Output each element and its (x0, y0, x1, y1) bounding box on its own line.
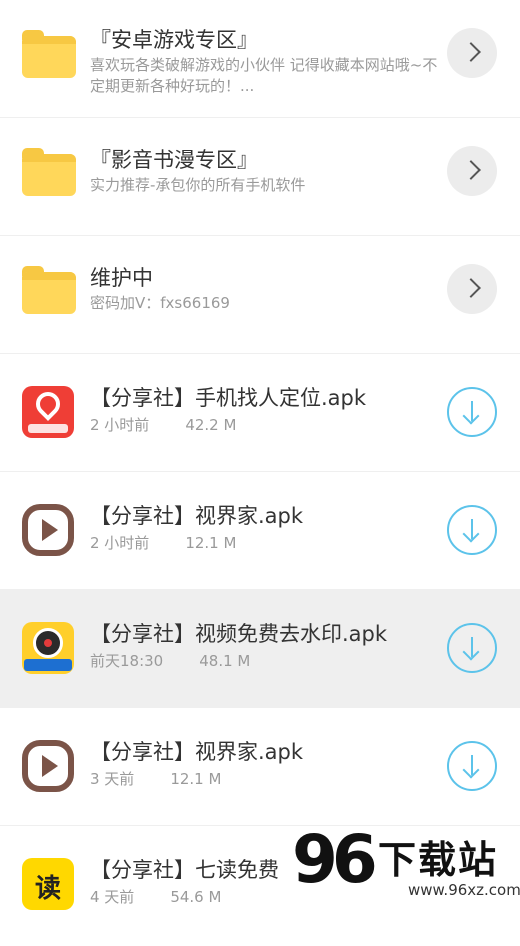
file-row[interactable]: 【分享社】视界家.apk 2 小时前 12.1 M (0, 472, 520, 590)
file-time: 2 小时前 (90, 416, 150, 434)
folder-icon (22, 30, 76, 78)
download-button[interactable] (447, 387, 497, 437)
watermark-text: 下载站 (378, 838, 499, 882)
open-folder-button[interactable] (447, 264, 497, 314)
file-meta: 2 小时前 12.1 M (90, 532, 236, 553)
file-name: 【分享社】手机找人定位.apk (90, 386, 367, 410)
folder-description: 密码加V：fxs66169 (90, 294, 230, 312)
file-time: 2 小时前 (90, 534, 150, 552)
file-size: 48.1 M (199, 652, 251, 670)
play-icon (22, 740, 74, 792)
file-meta: 3 天前 12.1 M (90, 768, 221, 789)
read-book-icon: 读 (22, 858, 74, 910)
chevron-right-icon (461, 278, 481, 298)
folder-title: 『影音书漫专区』 (90, 148, 258, 172)
folder-row[interactable]: 『影音书漫专区』 实力推荐-承包你的所有手机软件 (0, 118, 520, 236)
folder-icon (22, 266, 76, 314)
chevron-right-icon (461, 160, 481, 180)
folder-title: 『安卓游戏专区』 (90, 28, 258, 52)
open-folder-button[interactable] (447, 28, 497, 78)
watermark-number: 96 (292, 821, 378, 898)
site-watermark: 96 下载站 www.96xz.com (292, 821, 520, 910)
download-button[interactable] (447, 505, 497, 555)
file-meta: 2 小时前 42.2 M (90, 414, 236, 435)
watermark-url: www.96xz.com (408, 881, 520, 899)
folder-icon (22, 148, 76, 196)
download-button[interactable] (447, 623, 497, 673)
camera-lens-icon (22, 622, 74, 674)
folder-description: 喜欢玩各类破解游戏的小伙伴 记得收藏本网站哦~不定期更新各种好玩的！... (90, 56, 438, 95)
location-pin-icon (22, 386, 74, 438)
file-row[interactable]: 【分享社】手机找人定位.apk 2 小时前 42.2 M (0, 354, 520, 472)
file-row[interactable]: 【分享社】视界家.apk 3 天前 12.1 M (0, 708, 520, 826)
play-icon (22, 504, 74, 556)
file-time: 3 天前 (90, 770, 135, 788)
file-size: 12.1 M (170, 770, 222, 788)
folder-title: 维护中 (90, 266, 153, 290)
folder-description: 实力推荐-承包你的所有手机软件 (90, 176, 306, 194)
folder-row[interactable]: 维护中 密码加V：fxs66169 (0, 236, 520, 354)
chevron-right-icon (461, 42, 481, 62)
file-name: 【分享社】视界家.apk (90, 740, 304, 764)
folder-row[interactable]: 『安卓游戏专区』 喜欢玩各类破解游戏的小伙伴 记得收藏本网站哦~不定期更新各种好… (0, 0, 520, 118)
file-name: 【分享社】七读免费 (90, 858, 279, 882)
file-time: 4 天前 (90, 888, 135, 906)
file-name: 【分享社】视界家.apk (90, 504, 304, 528)
file-size: 54.6 M (170, 888, 222, 906)
file-size: 12.1 M (185, 534, 237, 552)
file-name: 【分享社】视频免费去水印.apk (90, 622, 388, 646)
file-time: 前天18:30 (90, 652, 164, 670)
download-button[interactable] (447, 741, 497, 791)
file-size: 42.2 M (185, 416, 237, 434)
open-folder-button[interactable] (447, 146, 497, 196)
file-meta: 4 天前 54.6 M (90, 886, 221, 907)
file-meta: 前天18:30 48.1 M (90, 650, 250, 671)
file-row[interactable]: 【分享社】视频免费去水印.apk 前天18:30 48.1 M (0, 590, 520, 708)
